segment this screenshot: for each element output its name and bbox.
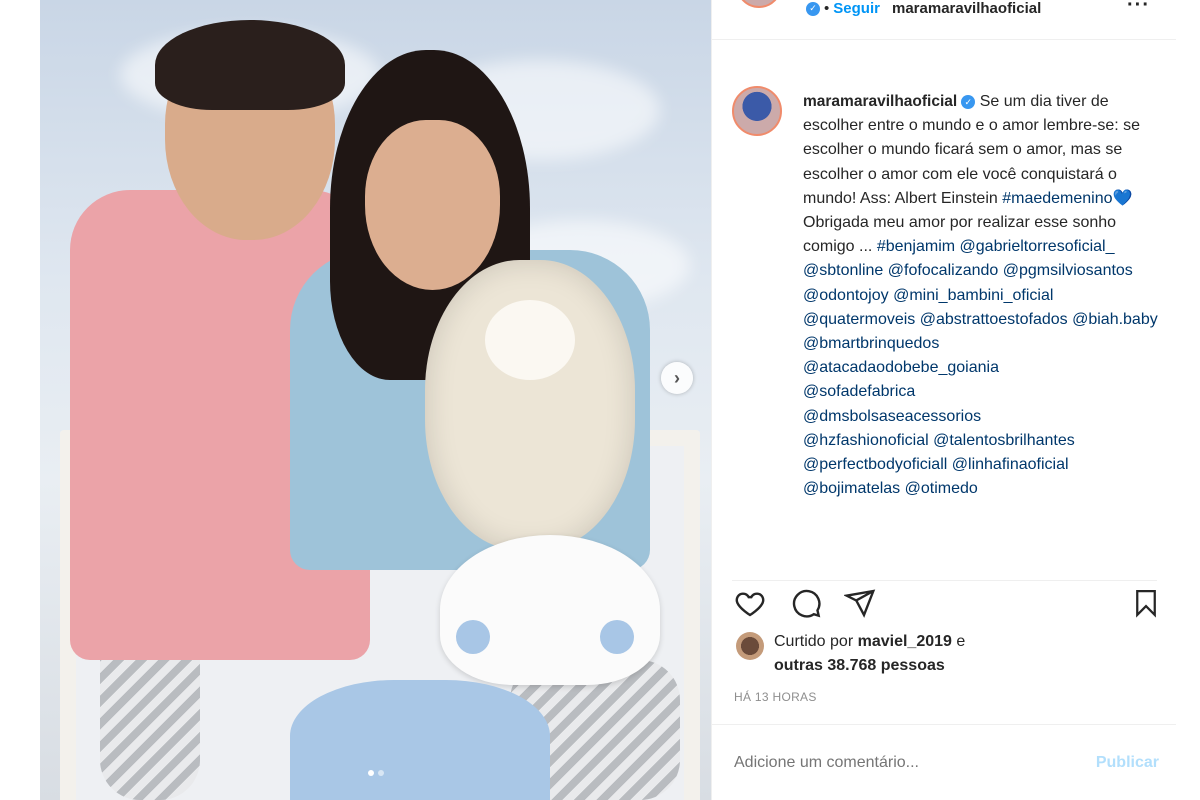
likes-conj: e (956, 633, 966, 650)
post-actions (732, 580, 1157, 620)
mention-link[interactable]: @sofadefabrica (803, 383, 915, 400)
mention-link[interactable]: @otimedo (905, 480, 978, 497)
cloud-pillow (440, 535, 660, 685)
likes-text: Curtido por maviel_2019 e outras 38.768 … (774, 630, 965, 678)
mention-link[interactable]: @pgmsilviosantos (1003, 262, 1133, 279)
mention-link[interactable]: @bojimatelas (803, 480, 900, 497)
mention-link[interactable]: @odontojoy (803, 287, 889, 304)
bookmark-icon (1136, 590, 1156, 618)
share-button[interactable] (842, 585, 878, 621)
mention-link[interactable]: @perfectbodyoficiall (803, 456, 947, 473)
mention-link[interactable]: @sbtonline (803, 262, 883, 279)
mention-link[interactable]: @fofocalizando (888, 262, 999, 279)
liker-avatar[interactable] (736, 632, 764, 660)
mention-link[interactable]: @quatermoveis (803, 311, 915, 328)
mention-link[interactable]: @gabrieltorresoficial_ (960, 238, 1115, 255)
save-button[interactable] (1128, 585, 1164, 621)
heart-icon (735, 592, 765, 617)
blue-heart-emoji: 💙 (1112, 189, 1133, 207)
chevron-right-icon: › (674, 367, 680, 388)
mention-link[interactable]: @biah.baby (1072, 311, 1158, 328)
comment-bar: Publicar (712, 724, 1177, 800)
mention-link[interactable]: @abstrattoestofados (920, 311, 1068, 328)
hashtag-link[interactable]: #benjamim (877, 238, 955, 255)
mention-link[interactable]: @mini_bambini_oficial (893, 287, 1053, 304)
carousel-dot (367, 770, 374, 776)
caption-username[interactable]: maramaravilhaoficial (803, 93, 957, 110)
page-margin (1176, 0, 1200, 800)
likes-prefix: Curtido por (774, 633, 854, 650)
post-header: maramaravilhaoficial ✓ • Seguir ··· (712, 0, 1176, 40)
carousel-dot (377, 770, 384, 776)
comment-icon (792, 589, 821, 618)
post-photo[interactable]: › (40, 0, 711, 800)
mention-link[interactable]: @dmsbolsaseacessorios (803, 408, 981, 425)
carousel-next-button[interactable]: › (661, 362, 693, 394)
paper-plane-icon (844, 589, 876, 618)
caption-text: maramaravilhaoficial ✓ Se um dia tiver de… (803, 90, 1158, 501)
baby-blanket (290, 680, 550, 800)
verified-badge-icon: ✓ (961, 94, 976, 109)
header-meta: maramaravilhaoficial ✓ • Seguir (802, 0, 1041, 17)
verified-badge-icon: ✓ (806, 1, 820, 16)
author-avatar[interactable] (736, 0, 782, 8)
comment-input[interactable] (734, 753, 1096, 772)
plush-lamb (425, 260, 635, 550)
caption-author-avatar[interactable] (732, 86, 782, 136)
follow-button[interactable]: Seguir (833, 0, 880, 17)
hashtag-link[interactable]: #maedemenino (1002, 190, 1112, 207)
carousel-indicator (40, 770, 711, 776)
likes-count-link[interactable]: outras 38.768 pessoas (774, 657, 945, 674)
likes-summary: Curtido por maviel_2019 e outras 38.768 … (736, 630, 1166, 678)
separator-dot: • (824, 0, 830, 17)
comment-button[interactable] (788, 585, 824, 621)
mention-link[interactable]: @hzfashionoficial (803, 432, 929, 449)
liker-username[interactable]: maviel_2019 (858, 633, 952, 650)
mention-link[interactable]: @bmartbrinquedos (803, 335, 939, 352)
caption-area: maramaravilhaoficial ✓ Se um dia tiver de… (732, 86, 1172, 566)
more-options-button[interactable]: ··· (1127, 0, 1150, 17)
header-username[interactable]: maramaravilhaoficial (892, 0, 1041, 17)
publish-button[interactable]: Publicar (1096, 754, 1159, 772)
post-timestamp[interactable]: HÁ 13 HORAS (734, 690, 817, 704)
mention-link[interactable]: @atacadaodobebe_goiania (803, 359, 999, 376)
mention-link[interactable]: @linhafinaoficial (952, 456, 1069, 473)
post-sidebar: maramaravilhaoficial ✓ • Seguir ··· mara… (711, 0, 1177, 800)
mention-link[interactable]: @talentosbrilhantes (933, 432, 1075, 449)
like-button[interactable] (732, 585, 768, 621)
